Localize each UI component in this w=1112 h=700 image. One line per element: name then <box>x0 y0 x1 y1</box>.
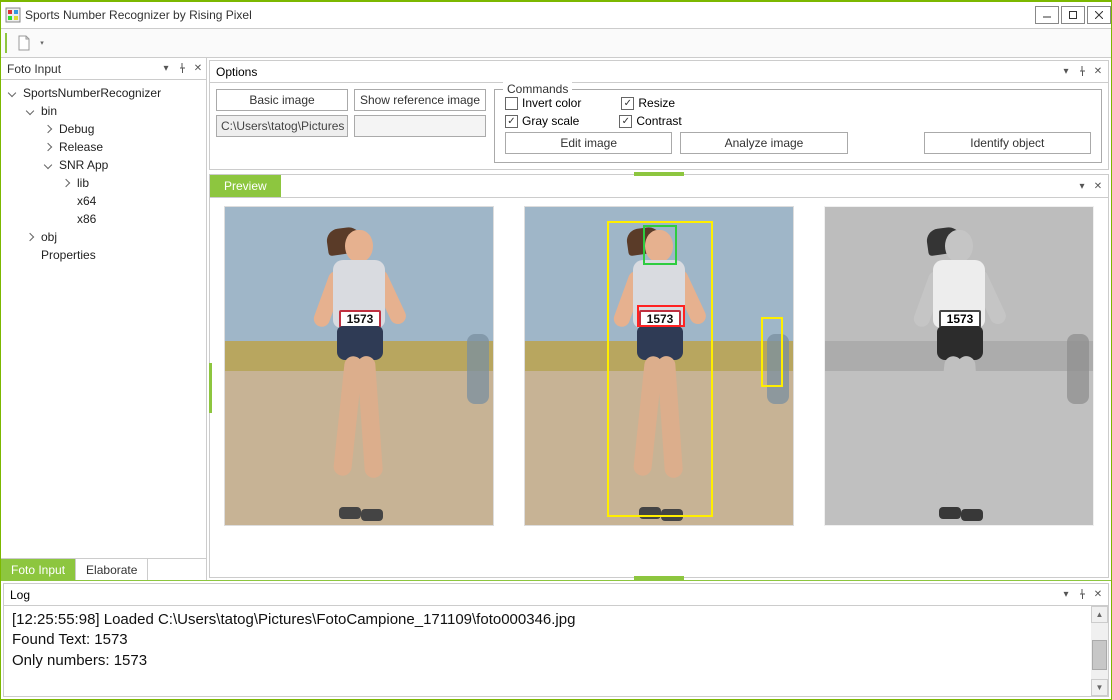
annotation-body <box>607 221 713 517</box>
checkbox-label: Contrast <box>636 114 681 128</box>
panel-close-icon[interactable]: ✕ <box>1092 66 1104 78</box>
tree-label: Debug <box>59 122 94 136</box>
panel-close-icon[interactable]: ✕ <box>1092 589 1104 601</box>
checkbox-icon: ✓ <box>505 115 518 128</box>
preview-original: 1573 <box>224 206 494 526</box>
tree-label: Properties <box>41 248 96 262</box>
tree-bin[interactable]: bin <box>5 102 202 120</box>
project-tree[interactable]: SportsNumberRecognizer bin Debug Release… <box>1 80 206 558</box>
log-line: Found Text: 1573 <box>12 630 1083 650</box>
tree-label: obj <box>41 230 57 244</box>
scroll-thumb[interactable] <box>1092 640 1107 670</box>
foto-input-title: Foto Input <box>7 62 160 76</box>
checkbox-icon: ✓ <box>621 97 634 110</box>
preview-panel: Preview ▾ ✕ <box>209 174 1109 578</box>
checkbox-label: Gray scale <box>522 114 579 128</box>
gray-scale-checkbox[interactable]: ✓ Gray scale <box>505 114 579 128</box>
tree-label: SportsNumberRecognizer <box>23 86 161 100</box>
tree-root[interactable]: SportsNumberRecognizer <box>5 84 202 102</box>
annotation-side <box>761 317 783 387</box>
analyze-image-button[interactable]: Analyze image <box>680 132 847 154</box>
log-title: Log <box>10 588 1060 602</box>
window-title: Sports Number Recognizer by Rising Pixel <box>25 8 1033 22</box>
annotation-bib <box>637 305 685 327</box>
path-textbox[interactable]: C:\Users\tatog\Pictures <box>216 115 348 137</box>
preview-grayscale: 1573 <box>824 206 1094 526</box>
minimize-button[interactable] <box>1035 6 1059 24</box>
tree-label: SNR App <box>59 158 108 172</box>
tree-label: bin <box>41 104 57 118</box>
splitter-handle-icon[interactable] <box>634 576 684 580</box>
panel-close-icon[interactable]: ✕ <box>1092 180 1104 192</box>
checkbox-icon: ✓ <box>619 115 632 128</box>
toolbar-dropdown[interactable]: ▾ <box>37 32 47 54</box>
commands-group: Commands Invert color ✓Resize ✓Gray scal… <box>494 89 1102 163</box>
tree-label: x86 <box>77 212 96 226</box>
tab-elaborate[interactable]: Elaborate <box>76 559 148 580</box>
path-textbox-2[interactable] <box>354 115 486 137</box>
invert-color-checkbox[interactable]: Invert color <box>505 96 581 110</box>
app-icon <box>5 7 21 23</box>
identify-object-button[interactable]: Identify object <box>924 132 1091 154</box>
contrast-checkbox[interactable]: ✓ Contrast <box>619 114 681 128</box>
panel-menu-icon[interactable]: ▾ <box>1060 66 1072 78</box>
tree-snr-app[interactable]: SNR App <box>5 156 202 174</box>
toolbar-handle <box>5 33 9 53</box>
preview-annotated: 1573 <box>524 206 794 526</box>
preview-tab[interactable]: Preview <box>210 175 281 197</box>
close-button[interactable] <box>1087 6 1111 24</box>
tree-label: Release <box>59 140 103 154</box>
pin-icon[interactable] <box>1076 589 1088 601</box>
panel-menu-icon[interactable]: ▾ <box>1060 589 1072 601</box>
show-reference-button[interactable]: Show reference image <box>354 89 486 111</box>
splitter-handle-icon[interactable] <box>634 172 684 176</box>
tree-properties[interactable]: Properties <box>5 246 202 264</box>
tree-debug[interactable]: Debug <box>5 120 202 138</box>
options-title: Options <box>216 65 1060 79</box>
tree-label: x64 <box>77 194 96 208</box>
checkbox-icon <box>505 97 518 110</box>
tree-x86[interactable]: x86 <box>5 210 202 228</box>
titlebar: Sports Number Recognizer by Rising Pixel <box>1 2 1111 28</box>
main-toolbar: ▾ <box>1 28 1111 58</box>
splitter-handle-icon[interactable] <box>209 363 212 413</box>
log-scrollbar[interactable]: ▲ ▼ <box>1091 606 1108 696</box>
maximize-button[interactable] <box>1061 6 1085 24</box>
commands-legend: Commands <box>503 82 572 96</box>
log-line: Only numbers: 1573 <box>12 651 1083 671</box>
tree-label: lib <box>77 176 89 190</box>
new-document-button[interactable] <box>13 32 35 54</box>
panel-menu-icon[interactable]: ▾ <box>1076 180 1088 192</box>
tree-obj[interactable]: obj <box>5 228 202 246</box>
document-icon <box>17 35 31 51</box>
pin-icon[interactable] <box>176 63 188 75</box>
tree-x64[interactable]: x64 <box>5 192 202 210</box>
checkbox-label: Resize <box>638 96 675 110</box>
basic-image-button[interactable]: Basic image <box>216 89 348 111</box>
panel-close-icon[interactable]: ✕ <box>192 63 204 75</box>
log-panel: Log ▾ ✕ [12:25:55:98] Loaded C:\Users\ta… <box>3 583 1109 697</box>
tree-lib[interactable]: lib <box>5 174 202 192</box>
foto-input-header: Foto Input ▾ ✕ <box>1 58 206 80</box>
annotation-face <box>643 225 677 265</box>
resize-checkbox[interactable]: ✓ Resize <box>621 96 675 110</box>
log-line: [12:25:55:98] Loaded C:\Users\tatog\Pict… <box>12 610 1083 630</box>
left-tabbar: Foto Input Elaborate <box>1 558 206 580</box>
options-panel: Options ▾ ✕ Basic image Show reference i… <box>209 60 1109 170</box>
checkbox-label: Invert color <box>522 96 581 110</box>
scroll-up-icon[interactable]: ▲ <box>1091 606 1108 623</box>
panel-menu-icon[interactable]: ▾ <box>160 63 172 75</box>
options-header: Options ▾ ✕ <box>210 61 1108 83</box>
tab-foto-input[interactable]: Foto Input <box>1 559 76 580</box>
log-text[interactable]: [12:25:55:98] Loaded C:\Users\tatog\Pict… <box>4 606 1091 696</box>
scroll-track[interactable] <box>1091 623 1108 679</box>
pin-icon[interactable] <box>1076 66 1088 78</box>
log-header: Log ▾ ✕ <box>4 584 1108 606</box>
tree-release[interactable]: Release <box>5 138 202 156</box>
scroll-down-icon[interactable]: ▼ <box>1091 679 1108 696</box>
edit-image-button[interactable]: Edit image <box>505 132 672 154</box>
